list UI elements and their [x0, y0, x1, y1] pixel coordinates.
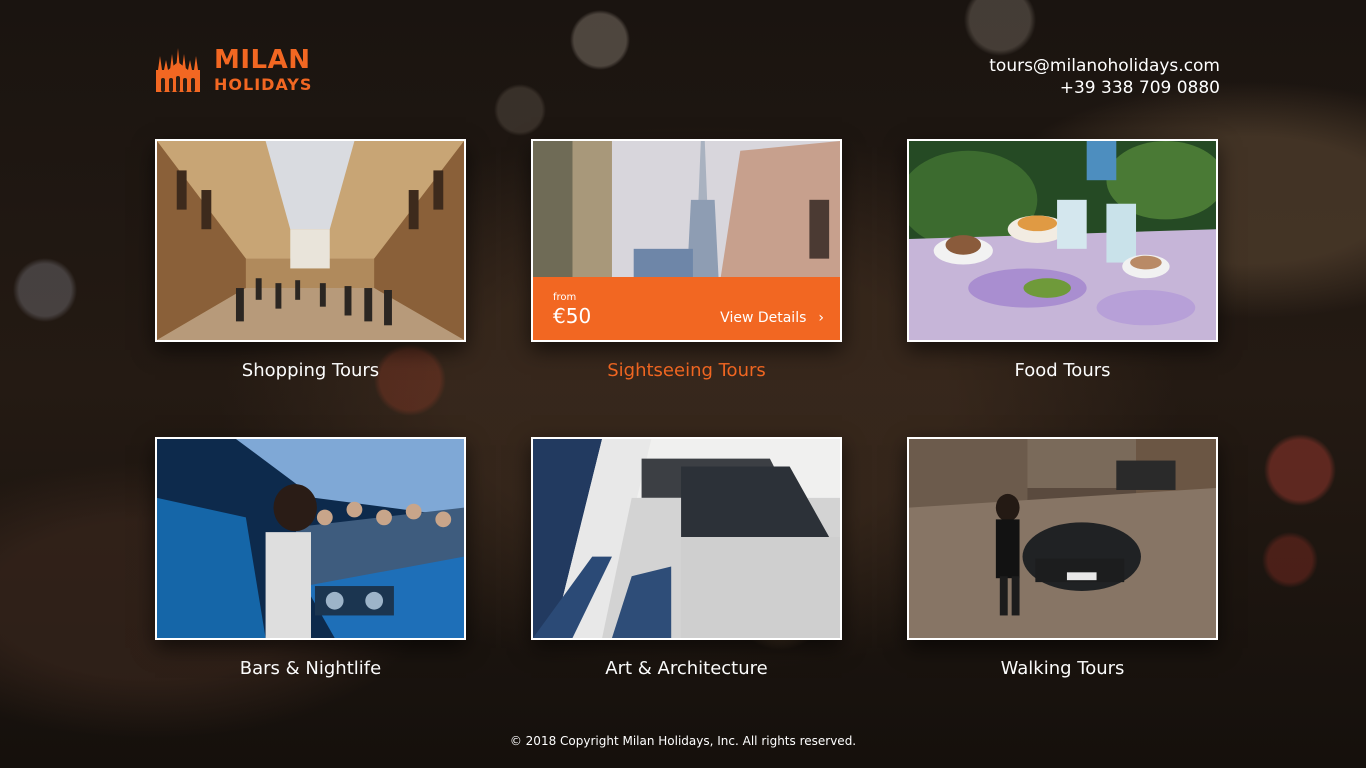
chevron-right-icon: ›	[818, 310, 824, 326]
brand-wordmark: MILAN HOLIDAYS	[214, 47, 312, 93]
tour-image-food[interactable]	[907, 139, 1218, 342]
footer-copyright: © 2018 Copyright Milan Holidays, Inc. Al…	[509, 734, 857, 748]
tour-card-nightlife[interactable]: Bars & Nightlife	[155, 437, 466, 679]
tour-card-walking[interactable]: Walking Tours	[907, 437, 1218, 679]
tour-title[interactable]: Sightseeing Tours	[531, 360, 842, 381]
tour-title[interactable]: Walking Tours	[907, 658, 1218, 679]
tour-card-food[interactable]: Food Tours	[907, 139, 1218, 381]
dj-nightclub-photo	[157, 439, 464, 638]
price-overlay: from €50 View Details ›	[533, 277, 840, 340]
galleria-arcade-photo	[157, 141, 464, 340]
price-value: €50	[553, 304, 592, 328]
contact-phone[interactable]: +39 338 709 0880	[989, 77, 1220, 99]
tour-title[interactable]: Shopping Tours	[155, 360, 466, 381]
tour-image-art[interactable]	[531, 437, 842, 640]
header: MILAN HOLIDAYS tours@milanoholidays.com …	[0, 0, 1366, 120]
tour-card-shopping[interactable]: Shopping Tours	[155, 139, 466, 381]
brand-name: MILAN	[214, 45, 311, 75]
tour-card-sightseeing[interactable]: from €50 View Details › Sightseeing Tour…	[531, 139, 842, 381]
street-vintage-car-photo	[909, 439, 1216, 638]
tour-grid: Shopping Tours from €50 View Details › S…	[155, 139, 1218, 699]
view-details-label: View Details	[720, 310, 807, 326]
modern-building-photo	[533, 439, 840, 638]
brand-tagline: HOLIDAYS	[214, 75, 313, 94]
tour-image-walking[interactable]	[907, 437, 1218, 640]
contact-info: tours@milanoholidays.com +39 338 709 088…	[989, 55, 1220, 99]
outdoor-cafe-table-photo	[909, 141, 1216, 340]
price-from-label: from	[553, 292, 577, 303]
tour-image-shopping[interactable]	[155, 139, 466, 342]
brand-logo[interactable]: MILAN HOLIDAYS	[154, 46, 312, 94]
tour-title[interactable]: Food Tours	[907, 360, 1218, 381]
tour-card-art[interactable]: Art & Architecture	[531, 437, 842, 679]
cathedral-icon	[156, 48, 200, 92]
contact-email[interactable]: tours@milanoholidays.com	[989, 55, 1220, 77]
tour-title[interactable]: Art & Architecture	[531, 658, 842, 679]
tour-image-sightseeing[interactable]: from €50 View Details ›	[531, 139, 842, 342]
view-details-link[interactable]: View Details ›	[720, 310, 824, 326]
tour-title[interactable]: Bars & Nightlife	[155, 658, 466, 679]
tour-image-nightlife[interactable]	[155, 437, 466, 640]
